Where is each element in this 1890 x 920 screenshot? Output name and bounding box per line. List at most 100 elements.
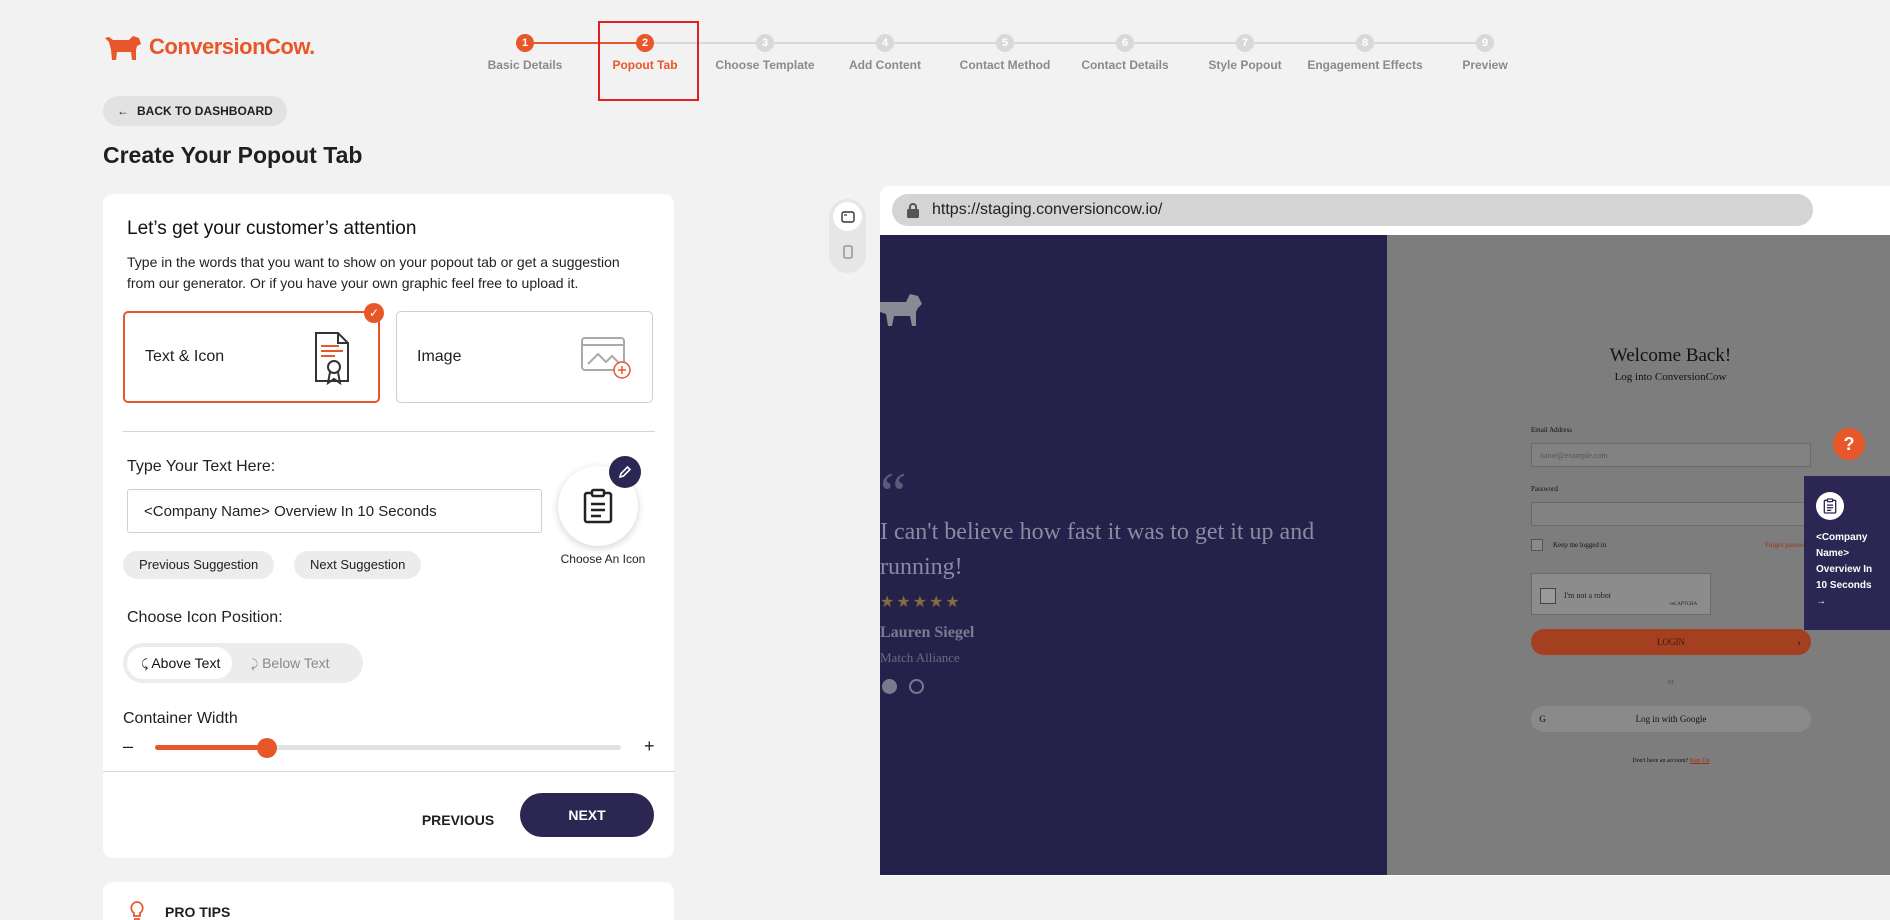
active-step-highlight (598, 21, 699, 101)
container-width-label: Container Width (123, 710, 238, 727)
step-contact-details[interactable]: 6 Contact Details (1060, 34, 1190, 72)
curve-arrow-icon: ⤹ (141, 657, 149, 671)
selected-check-icon: ✓ (364, 303, 384, 323)
icon-position-toggle: ⤹ Above Text ⤸ Below Text (123, 643, 363, 683)
device-toggle (829, 199, 866, 273)
desktop-view-button[interactable] (833, 202, 862, 231)
previous-suggestion-button[interactable]: Previous Suggestion (123, 551, 275, 579)
step-preview[interactable]: 9 Preview (1420, 34, 1550, 72)
google-icon: G (1539, 714, 1547, 724)
url-text: https://staging.conversioncow.io/ (932, 201, 1163, 218)
edit-icon-button[interactable] (609, 456, 641, 488)
carousel-dots (882, 679, 924, 694)
carousel-dot (909, 679, 924, 694)
footer-divider (103, 771, 674, 772)
step-number: 8 (1356, 34, 1374, 52)
testimonial-quote: I can't believe how fast it was to get i… (880, 519, 1315, 580)
rating-stars: ★★★★★ (880, 594, 962, 611)
mobile-icon (842, 244, 853, 259)
back-to-dashboard-button[interactable]: ← BACK TO DASHBOARD (103, 96, 287, 126)
testimonial-name: Lauren Siegel (880, 624, 975, 641)
pro-tips-title: PRO TIPS (165, 904, 231, 920)
step-number: 1 (516, 34, 534, 52)
recaptcha-box: I'm not a robot reCAPTCHA (1531, 573, 1711, 615)
position-below-text-label: Below Text (262, 655, 330, 671)
mobile-view-button[interactable] (833, 237, 862, 266)
cow-silhouette-icon (880, 294, 922, 326)
url-bar: https://staging.conversioncow.io/ (892, 194, 1813, 226)
google-login-label: Log in with Google (1635, 714, 1707, 724)
curve-arrow-icon: ⤸ (251, 657, 259, 671)
help-bubble[interactable]: ? (1833, 428, 1865, 460)
step-contact-method[interactable]: 5 Contact Method (940, 34, 1070, 72)
icon-position-label: Choose Icon Position: (127, 609, 283, 626)
option-image[interactable]: Image (396, 311, 653, 403)
back-label: BACK TO DASHBOARD (137, 104, 273, 118)
email-field: name@example.com (1531, 443, 1811, 467)
step-basic-details[interactable]: 1 Basic Details (460, 34, 590, 72)
step-number: 3 (756, 34, 774, 52)
login-button-label: LOGIN (1657, 637, 1685, 647)
lock-icon (907, 203, 919, 218)
google-login-button: G Log in with Google (1531, 706, 1811, 732)
signup-prompt: Don't have an account? Sign Up (1531, 758, 1811, 764)
website-preview: https://staging.conversioncow.io/ “ I ca… (880, 186, 1890, 876)
site-mockup: “ I can't believe how fast it was to get… (880, 235, 1890, 875)
step-label: Basic Details (487, 58, 563, 72)
option-text-icon[interactable]: Text & Icon ✓ (123, 303, 384, 403)
next-button[interactable]: NEXT (520, 793, 654, 837)
welcome-heading: Welcome Back! (1609, 345, 1732, 366)
section-divider (123, 431, 655, 432)
position-above-text-option[interactable]: ⤹ Above Text (127, 647, 233, 679)
position-above-text-label: Above Text (151, 655, 221, 671)
step-label: Add Content (849, 58, 921, 72)
password-label: Password (1531, 485, 1558, 493)
cow-logo-icon (105, 36, 141, 60)
email-label: Email Address (1531, 426, 1573, 434)
next-suggestion-button[interactable]: Next Suggestion (294, 551, 422, 579)
email-placeholder: name@example.com (1540, 451, 1608, 460)
slider-handle[interactable] (256, 738, 277, 758)
step-label: Contact Method (959, 58, 1051, 72)
keep-logged-checkbox (1531, 539, 1543, 551)
no-account-text: Don't have an account? (1632, 758, 1689, 764)
popout-tab-preview[interactable]: <Company Name> Overview In 10 Seconds → (1804, 476, 1890, 630)
form-description: Type in the words that you want to show … (127, 254, 620, 291)
or-divider: or (1667, 677, 1675, 686)
recaptcha-checkbox (1540, 588, 1556, 604)
testimonial-company: Match Alliance (880, 650, 960, 665)
previous-button[interactable]: PREVIOUS (403, 798, 513, 842)
brand-logo[interactable]: ConversionCow. (103, 30, 315, 64)
login-subtitle: Log into ConversionCow (1614, 371, 1727, 383)
slider-fill (155, 745, 267, 750)
pro-tips-card[interactable]: PRO TIPS (103, 882, 674, 920)
popout-tab-text: <Company Name> Overview In 10 Seconds → (1816, 532, 1873, 607)
clipboard-icon (583, 488, 613, 524)
testimonial-panel: “ I can't believe how fast it was to get… (880, 235, 1387, 875)
decrease-width-button[interactable]: – (123, 736, 133, 757)
step-label: Preview (1462, 58, 1508, 72)
page-title: Create Your Popout Tab (103, 142, 363, 168)
pencil-icon (618, 465, 632, 479)
recaptcha-label: I'm not a robot (1564, 591, 1611, 600)
brand-name: ConversionCow. (149, 34, 315, 59)
image-upload-icon (581, 337, 631, 379)
step-style-popout[interactable]: 7 Style Popout (1180, 34, 1310, 72)
step-number: 6 (1116, 34, 1134, 52)
text-input-label: Type Your Text Here: (127, 458, 276, 475)
popout-text-input[interactable] (127, 489, 542, 533)
step-add-content[interactable]: 4 Add Content (820, 34, 950, 72)
step-engagement-effects[interactable]: 8 Engagement Effects (1300, 34, 1430, 72)
step-label: Engagement Effects (1307, 58, 1423, 72)
increase-width-button[interactable]: + (644, 736, 655, 757)
form-heading: Let’s get your customer’s attention (127, 218, 417, 239)
step-number: 7 (1236, 34, 1254, 52)
step-choose-template[interactable]: 3 Choose Template (700, 34, 830, 72)
desktop-icon (840, 210, 855, 223)
container-width-slider[interactable] (155, 738, 621, 758)
step-label: Style Popout (1208, 58, 1282, 72)
popout-tab-form-card: Let’s get your customer’s attention Type… (103, 194, 674, 858)
position-below-text-option[interactable]: ⤸ Below Text (237, 647, 342, 679)
chevron-right-icon: › (1797, 635, 1801, 649)
option-image-label: Image (417, 348, 462, 365)
